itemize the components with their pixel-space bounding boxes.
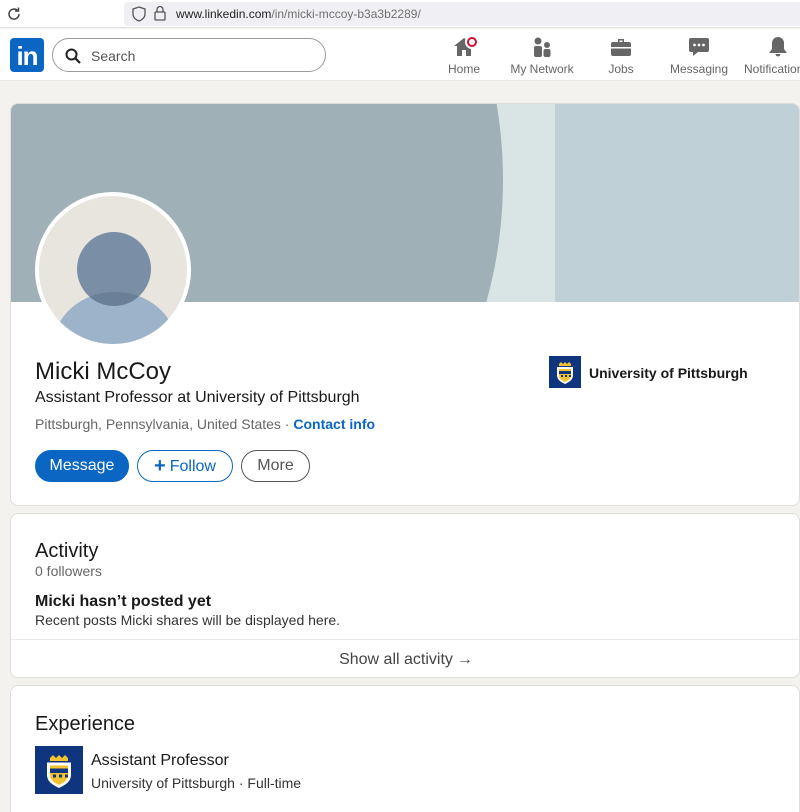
browser-address-bar: www.linkedin.com/in/micki-mccoy-b3a3b228… [0,0,800,28]
nav-jobs[interactable]: Jobs [605,35,637,79]
nav-notifications-label: Notifications [744,62,800,76]
messaging-icon [689,38,709,56]
arrow-right-icon: → [456,651,473,668]
profile-location: Pittsburgh, Pennsylvania, United States … [35,416,376,432]
university-crest-icon[interactable] [35,746,83,794]
followers-count[interactable]: 0 followers [35,563,102,579]
activity-title: Activity [35,540,99,562]
search-icon [65,48,81,64]
plus-icon: + [154,455,166,477]
bell-icon [769,37,787,57]
nav-my-network-label: My Network [510,62,574,76]
experience-card: Experience Assistant Professor Universit… [10,685,800,812]
profile-headline: Assistant Professor at University of Pit… [35,389,360,406]
profile-card: Micki McCoy Assistant Professor at Unive… [10,103,800,506]
briefcase-icon [611,39,631,56]
message-button[interactable]: Message [35,450,129,482]
notification-badge [465,35,479,49]
reload-icon[interactable] [6,6,22,22]
search-input[interactable] [91,46,311,66]
activity-empty-title: Micki hasn’t posted yet [35,593,212,610]
url-text[interactable]: www.linkedin.com/in/micki-mccoy-b3a3b228… [176,7,421,21]
profile-name: Micki McCoy [35,358,171,385]
follow-button[interactable]: + Follow [137,450,233,482]
top-nav: in Home My Network Jobs [0,29,800,81]
shield-icon[interactable] [132,6,146,22]
nav-messaging-label: Messaging [669,62,729,76]
activity-card: Activity 0 followers Micki hasn’t posted… [10,513,800,678]
nav-messaging[interactable]: Messaging [669,35,729,79]
university-crest-icon [549,356,581,388]
organization-name: University of Pittsburgh [589,365,748,381]
experience-role[interactable]: Assistant Professor [91,752,229,770]
lock-icon[interactable] [154,5,166,21]
nav-jobs-label: Jobs [608,62,634,76]
search-box[interactable] [52,38,326,72]
experience-organization: University of Pittsburgh · Full-time [91,775,302,791]
nav-my-network[interactable]: My Network [509,35,575,79]
network-icon [534,37,551,57]
contact-info-link[interactable]: Contact info [293,416,375,432]
more-button[interactable]: More [241,450,310,482]
experience-title: Experience [35,713,136,735]
linkedin-logo[interactable]: in [10,38,44,72]
nav-home-label: Home [447,62,480,76]
activity-empty-subtitle: Recent posts Micki shares will be displa… [35,612,341,628]
show-all-activity-button[interactable]: Show all activity → [11,639,799,677]
nav-notifications[interactable]: Notifications [744,35,800,79]
profile-avatar[interactable] [35,192,191,348]
nav-home[interactable]: Home [447,35,481,79]
